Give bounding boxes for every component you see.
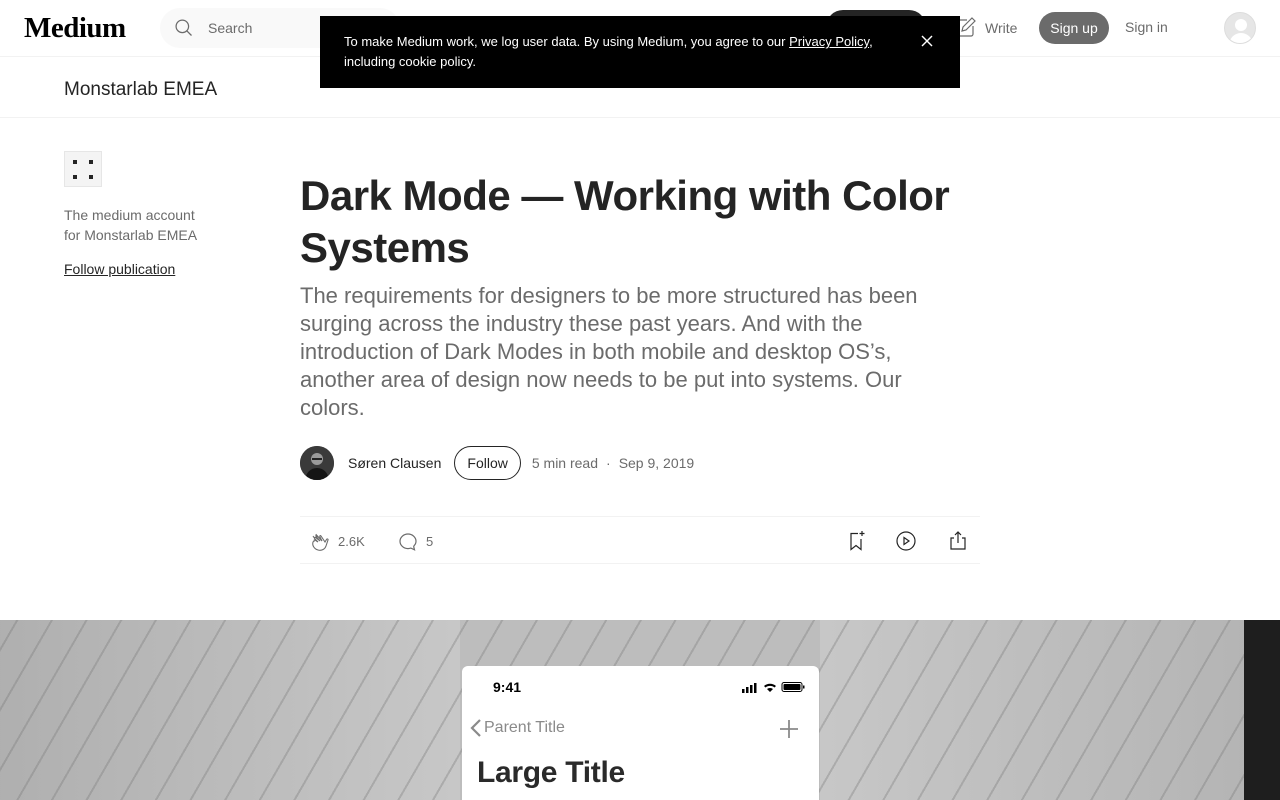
phone-back-nav: Parent Title (470, 718, 565, 738)
phone-large-title: Large Title (477, 756, 625, 789)
phone-mockup: 9:41 Parent Title Large Title (462, 666, 819, 800)
publication-logo[interactable] (64, 151, 102, 187)
meta-separator: · (606, 455, 611, 471)
clap-button[interactable]: 2.6K (308, 529, 365, 553)
byline: Søren Clausen Follow 5 min read · Sep 9, 2… (300, 446, 694, 480)
cookie-text-before: To make Medium work, we log user data. B… (344, 34, 790, 49)
response-count: 5 (426, 533, 434, 549)
listen-play-icon[interactable] (894, 529, 918, 553)
user-avatar[interactable] (1224, 12, 1256, 44)
follow-publication-link[interactable]: Follow publication (64, 261, 175, 277)
search-icon (175, 19, 192, 36)
cookie-text: To make Medium work, we log user data. B… (344, 32, 884, 72)
write-button[interactable]: Write (953, 16, 1017, 40)
status-bar-icons (742, 682, 805, 693)
share-icon[interactable] (946, 529, 970, 553)
hero-image: 9:41 Parent Title Large Title (0, 620, 1280, 800)
author-photo-icon (300, 446, 334, 480)
user-silhouette-icon (1229, 19, 1253, 43)
article-subtitle: The requirements for designers to be mor… (300, 283, 918, 420)
phone-back-label: Parent Title (484, 719, 565, 736)
author-name[interactable]: Søren Clausen (348, 455, 441, 471)
close-icon[interactable] (920, 34, 934, 48)
plus-icon (780, 720, 798, 738)
follow-author-button[interactable]: Follow (454, 446, 521, 480)
cookie-banner: To make Medium work, we log user data. B… (320, 16, 960, 88)
responses-button[interactable]: 5 (396, 529, 433, 553)
clap-count: 2.6K (338, 533, 365, 549)
hero-dark-strip (1244, 620, 1280, 800)
publication-description: The medium account for Monstarlab EMEA (64, 207, 198, 243)
sign-in-link[interactable]: Sign in (1125, 19, 1168, 35)
sign-up-button[interactable]: Sign up (1039, 12, 1109, 44)
bookmark-add-icon[interactable] (844, 529, 868, 553)
read-time: 5 min read (531, 455, 599, 471)
phone-time: 9:41 (493, 679, 522, 695)
clap-icon (312, 533, 329, 551)
article-title: Dark Mode — Working with Color Systems (300, 172, 950, 271)
write-label: Write (985, 20, 1018, 36)
author-avatar[interactable] (300, 446, 334, 480)
article-action-bar: 2.6K 5 (300, 516, 980, 564)
comment-icon (399, 533, 417, 551)
article-meta: 5 min read · Sep 9, 2019 (532, 455, 694, 471)
publication-name[interactable]: Monstarlab EMEA (64, 79, 217, 101)
medium-logo[interactable]: Medium (24, 12, 126, 45)
privacy-policy-link[interactable]: Privacy Policy (789, 34, 869, 49)
chevron-left-icon (470, 719, 481, 737)
publish-date: Sep 9, 2019 (618, 455, 695, 471)
